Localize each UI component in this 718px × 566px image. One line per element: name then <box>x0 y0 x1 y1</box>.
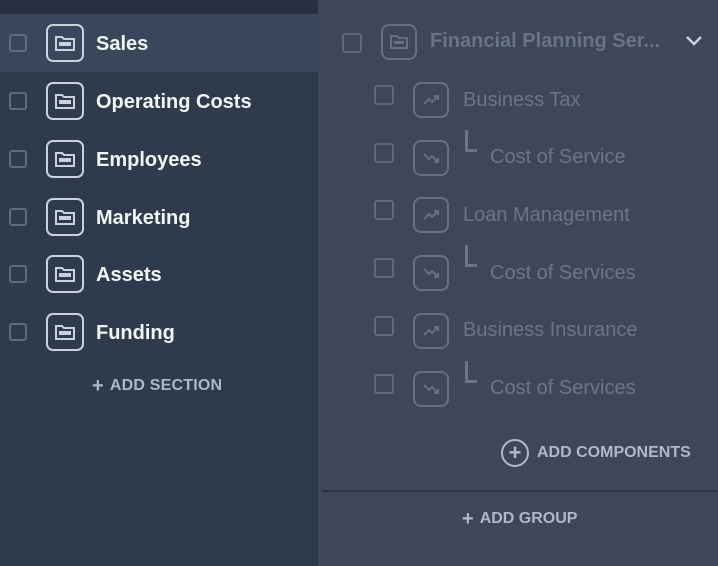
trend-up-icon <box>413 313 449 349</box>
add-components-label: ADD COMPONENTS <box>537 444 691 461</box>
component-checkbox[interactable] <box>374 316 394 336</box>
section-row-operating-costs[interactable]: Operating Costs <box>0 72 318 130</box>
component-label: Business Insurance <box>463 319 638 341</box>
section-checkbox[interactable] <box>9 34 27 52</box>
plus-icon: + <box>462 508 474 530</box>
trend-up-icon <box>413 82 449 118</box>
component-checkbox[interactable] <box>374 374 394 394</box>
folder-icon <box>46 82 84 120</box>
group-title[interactable]: Financial Planning Ser... <box>430 30 670 53</box>
group-footer <box>322 492 718 566</box>
chevron-down-icon[interactable] <box>684 34 704 53</box>
folder-icon <box>46 24 84 62</box>
plus-circle-icon: + <box>501 439 529 467</box>
trend-down-icon <box>413 371 449 407</box>
section-label: Assets <box>96 264 162 286</box>
child-branch-icon <box>465 361 477 383</box>
component-checkbox[interactable] <box>374 200 394 220</box>
component-label: Cost of Service <box>490 146 626 168</box>
section-checkbox[interactable] <box>9 265 27 283</box>
add-group-label: ADD GROUP <box>479 510 578 527</box>
component-label: Business Tax <box>463 89 581 111</box>
group-checkbox[interactable] <box>342 33 362 53</box>
trend-down-icon <box>413 140 449 176</box>
add-section-label: ADD SECTION <box>109 377 223 394</box>
child-branch-icon <box>465 130 477 152</box>
add-group-button[interactable]: + ADD GROUP <box>462 509 577 529</box>
trend-down-icon <box>413 255 449 291</box>
group-panel: Financial Planning Ser... Business Tax C… <box>318 0 718 566</box>
section-row-marketing[interactable]: Marketing <box>0 188 318 246</box>
section-checkbox[interactable] <box>9 208 27 226</box>
component-label: Cost of Services <box>490 262 636 284</box>
folder-icon <box>46 140 84 178</box>
section-row-sales[interactable]: Sales <box>0 14 318 72</box>
sections-panel: Sales Operating Costs Employees Marketin… <box>0 0 318 566</box>
section-label: Funding <box>96 322 175 344</box>
component-label: Cost of Services <box>490 377 636 399</box>
section-row-assets[interactable]: Assets <box>0 245 318 303</box>
add-components-button[interactable]: + ADD COMPONENTS <box>501 439 691 467</box>
component-checkbox[interactable] <box>374 85 394 105</box>
folder-icon <box>46 255 84 293</box>
child-branch-icon <box>465 245 477 267</box>
section-row-funding[interactable]: Funding <box>0 303 318 361</box>
section-checkbox[interactable] <box>9 92 27 110</box>
section-label: Sales <box>96 33 149 55</box>
component-checkbox[interactable] <box>374 258 394 278</box>
section-checkbox[interactable] <box>9 150 27 168</box>
trend-up-icon <box>413 197 449 233</box>
folder-icon <box>381 24 417 60</box>
section-row-employees[interactable]: Employees <box>0 130 318 188</box>
group-card: Financial Planning Ser... Business Tax C… <box>318 0 718 490</box>
folder-icon <box>46 313 84 351</box>
section-label: Marketing <box>96 207 191 229</box>
folder-icon <box>46 198 84 236</box>
panel-top-bar <box>0 0 318 14</box>
section-checkbox[interactable] <box>9 323 27 341</box>
add-section-button[interactable]: + ADD SECTION <box>92 376 222 396</box>
component-label: Loan Management <box>463 204 630 226</box>
section-label: Employees <box>96 149 202 171</box>
plus-icon: + <box>92 375 104 397</box>
section-label: Operating Costs <box>96 91 252 113</box>
component-checkbox[interactable] <box>374 143 394 163</box>
